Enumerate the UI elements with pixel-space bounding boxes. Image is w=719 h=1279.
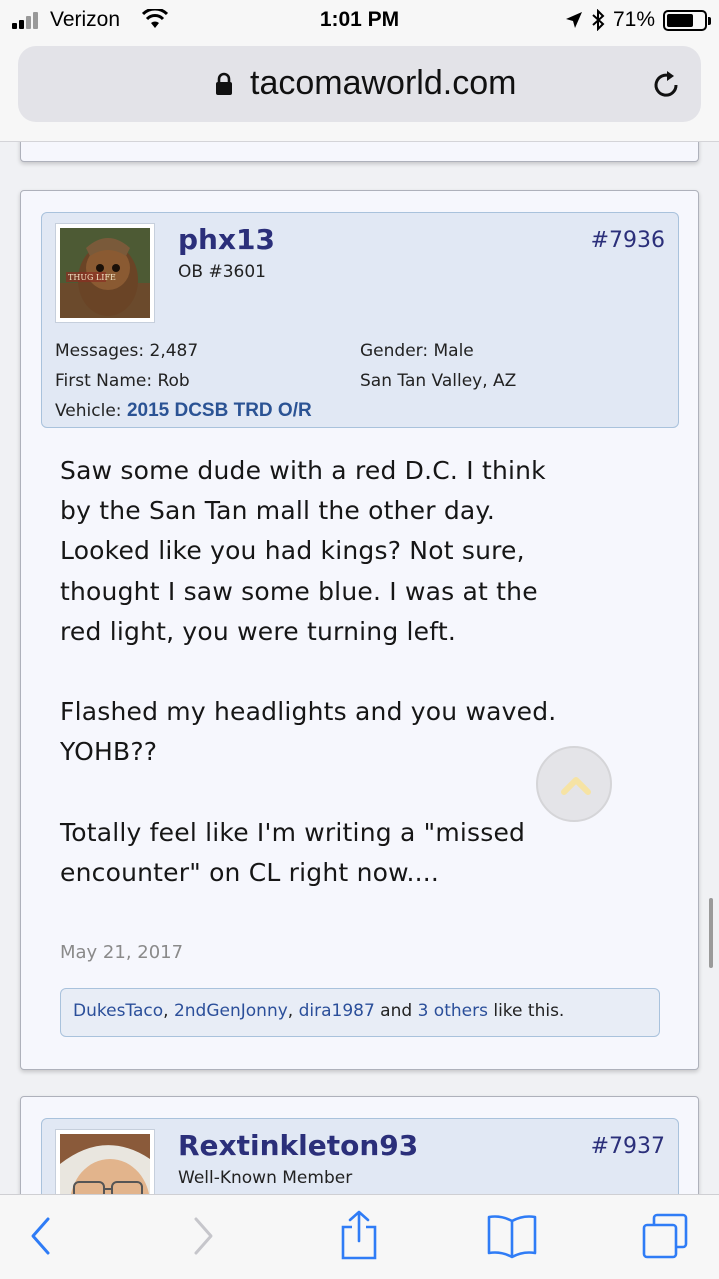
likes-and: and [374, 1001, 418, 1021]
avatar-caption: THUG LIFE [68, 273, 116, 282]
location-arrow-icon [565, 12, 582, 28]
forward-icon[interactable] [190, 1215, 216, 1257]
stat-vehicle-link[interactable]: 2015 DCSB TRD O/R [127, 400, 312, 421]
username-link[interactable]: Rextinkleton93 [178, 1129, 418, 1162]
scrollbar[interactable] [709, 898, 713, 968]
address-bar[interactable]: tacomaworld.com [18, 46, 701, 122]
likes-suffix: like this. [487, 1001, 565, 1021]
bluetooth-icon [592, 9, 605, 31]
message-line: Flashed my headlights and you waved. [60, 697, 557, 727]
message-line: by the San Tan mall the other day. [60, 496, 496, 526]
user-info-block: THUG LIFE phx13 OB #3601 #7936 Messages:… [41, 212, 679, 428]
message-line: red light, you were turning left. [60, 616, 456, 646]
likes-summary: DukesTaco, 2ndGenJonny, dira1987 and 3 o… [60, 988, 660, 1037]
stat-gender-label: Gender: [360, 341, 429, 361]
stat-messages-value: 2,487 [149, 341, 199, 361]
stat-gender: Gender: Male [360, 341, 474, 361]
next-post: Rextinkleton93 Well-Known Member #7937 [20, 1096, 699, 1194]
stat-messages-label: Messages: [55, 341, 145, 361]
like-user-link[interactable]: DukesTaco [73, 1001, 163, 1021]
lock-icon [216, 72, 232, 95]
stat-location-value: San Tan Valley, AZ [360, 371, 517, 391]
url-text[interactable]: tacomaworld.com [250, 64, 516, 103]
stat-firstname-label: First Name: [55, 371, 153, 391]
stat-firstname: First Name: Rob [55, 371, 190, 391]
forum-post: THUG LIFE phx13 OB #3601 #7936 Messages:… [20, 190, 699, 1070]
browser-toolbar [0, 1194, 719, 1279]
stat-vehicle-label: Vehicle: [55, 401, 122, 421]
message-line: Looked like you had kings? Not sure, [60, 536, 525, 566]
scroll-top-icon [561, 777, 591, 795]
post-number-link[interactable]: #7937 [591, 1134, 665, 1159]
browser-chrome: tacomaworld.com [0, 40, 719, 142]
user-title: OB #3601 [178, 262, 266, 282]
message-line: thought I saw some blue. I was at the [60, 576, 538, 606]
back-icon[interactable] [28, 1215, 54, 1257]
avatar[interactable]: THUG LIFE [55, 223, 155, 323]
avatar-image [60, 1134, 150, 1194]
battery-percent: 71% [612, 8, 655, 31]
stat-vehicle: Vehicle: 2015 DCSB TRD O/R [55, 400, 312, 422]
username-link[interactable]: phx13 [178, 223, 275, 256]
user-title: Well-Known Member [178, 1168, 353, 1188]
avatar-image: THUG LIFE [60, 228, 150, 318]
bookmarks-icon[interactable] [485, 1213, 539, 1259]
likes-separator: , [287, 1001, 299, 1021]
avatar[interactable] [55, 1129, 155, 1194]
user-info-block: Rextinkleton93 Well-Known Member #7937 [41, 1118, 679, 1194]
post-message: Saw some dude with a red D.C. I think by… [60, 451, 660, 893]
like-user-link[interactable]: dira1987 [299, 1001, 375, 1021]
previous-post [20, 142, 699, 162]
tabs-icon[interactable] [640, 1211, 690, 1261]
battery-icon [663, 9, 711, 31]
likes-others-link[interactable]: 3 others [418, 1001, 488, 1021]
share-icon[interactable] [338, 1209, 380, 1261]
likes-separator: , [163, 1001, 174, 1021]
post-date-link[interactable]: May 21, 2017 [60, 942, 183, 963]
stat-gender-value: Male [433, 341, 474, 361]
reload-icon[interactable] [649, 68, 683, 102]
status-bar: Verizon 1:01 PM 71% [0, 0, 719, 40]
stat-messages: Messages: 2,487 [55, 341, 198, 361]
message-line: Saw some dude with a red D.C. I think [60, 456, 546, 485]
post-number-link[interactable]: #7936 [591, 228, 665, 253]
page-content[interactable]: THUG LIFE phx13 OB #3601 #7936 Messages:… [0, 142, 719, 1194]
scroll-to-top-button[interactable] [536, 746, 612, 822]
stat-location: San Tan Valley, AZ [360, 371, 516, 391]
message-line: encounter" on CL right now.... [60, 858, 440, 887]
like-user-link[interactable]: 2ndGenJonny [174, 1001, 288, 1021]
stat-firstname-value: Rob [157, 371, 190, 391]
